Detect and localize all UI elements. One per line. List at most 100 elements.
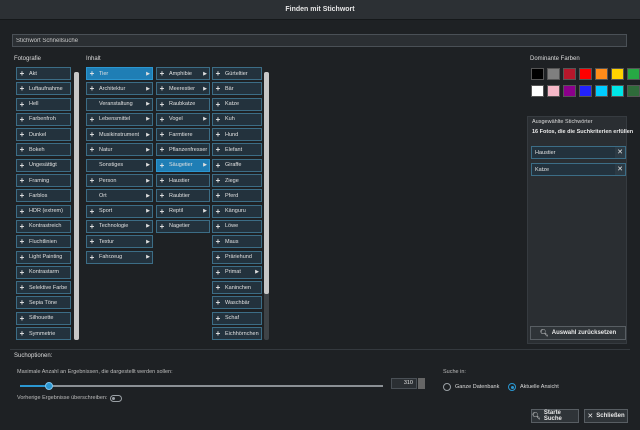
remove-keyword-icon[interactable]: ✕ bbox=[615, 147, 625, 158]
color-swatch[interactable] bbox=[595, 85, 608, 97]
expand-arrow-icon[interactable]: ▶ bbox=[144, 223, 152, 229]
expand-arrow-icon[interactable]: ▶ bbox=[144, 208, 152, 214]
expand-arrow-icon[interactable]: ▶ bbox=[144, 193, 152, 199]
start-search-button[interactable]: 🔍︎ Starte Suche bbox=[531, 409, 579, 423]
color-swatch[interactable] bbox=[531, 85, 544, 97]
plus-icon[interactable]: + bbox=[157, 84, 167, 93]
tier-item[interactable]: + Farmtiere bbox=[156, 128, 210, 142]
saeugetier-item[interactable]: + Bär bbox=[212, 82, 262, 96]
plus-icon[interactable]: + bbox=[213, 145, 223, 154]
expand-arrow-icon[interactable]: ▶ bbox=[144, 147, 152, 153]
plus-icon[interactable]: + bbox=[213, 69, 223, 78]
expand-arrow-icon[interactable]: ▶ bbox=[201, 162, 209, 168]
inhalt-item[interactable]: + Musikinstrument ▶ bbox=[86, 128, 153, 142]
fotografie-scrollbar[interactable] bbox=[74, 72, 79, 340]
plus-icon[interactable]: + bbox=[87, 115, 97, 124]
plus-icon[interactable]: + bbox=[157, 222, 167, 231]
fotografie-item[interactable]: + Light Painting bbox=[16, 250, 71, 264]
color-swatch[interactable] bbox=[611, 85, 624, 97]
saeugetier-item[interactable]: + Eichhörnchen bbox=[212, 327, 262, 341]
fotografie-item[interactable]: + Farbenfroh bbox=[16, 112, 71, 126]
tier-item[interactable]: + Vogel ▶ bbox=[156, 112, 210, 126]
plus-icon[interactable]: + bbox=[213, 283, 223, 292]
plus-icon[interactable]: + bbox=[17, 191, 27, 200]
plus-icon[interactable]: + bbox=[213, 314, 223, 323]
plus-icon[interactable]: + bbox=[157, 176, 167, 185]
keyword-search-input[interactable] bbox=[12, 34, 627, 47]
fotografie-item[interactable]: + Sepia Töne bbox=[16, 296, 71, 310]
tier-item[interactable]: + Säugetier ▶ bbox=[156, 158, 210, 172]
plus-icon[interactable]: + bbox=[213, 100, 223, 109]
expand-arrow-icon[interactable]: ▶ bbox=[144, 132, 152, 138]
reset-selection-button[interactable]: 🔍︎ Auswahl zurücksetzen bbox=[530, 326, 626, 340]
plus-icon[interactable]: + bbox=[17, 253, 27, 262]
plus-icon[interactable]: + bbox=[17, 69, 27, 78]
color-swatch[interactable] bbox=[547, 85, 560, 97]
inhalt-item[interactable]: + Fahrzeug ▶ bbox=[86, 250, 153, 264]
tier-item[interactable]: + Reptil ▶ bbox=[156, 204, 210, 218]
expand-arrow-icon[interactable]: ▶ bbox=[144, 254, 152, 260]
expand-arrow-icon[interactable]: ▶ bbox=[144, 71, 152, 77]
color-swatch[interactable] bbox=[627, 85, 640, 97]
saeugetier-item[interactable]: + Schaf bbox=[212, 311, 262, 325]
plus-icon[interactable]: + bbox=[87, 69, 97, 78]
saeugetier-item[interactable]: + Kuh bbox=[212, 112, 262, 126]
plus-icon[interactable]: + bbox=[87, 145, 97, 154]
plus-icon[interactable]: + bbox=[17, 237, 27, 246]
plus-icon[interactable]: + bbox=[157, 100, 167, 109]
fotografie-item[interactable]: + Framing bbox=[16, 174, 71, 188]
saeugetier-item[interactable]: + Känguru bbox=[212, 204, 262, 218]
saeugetier-item[interactable]: + Hund bbox=[212, 128, 262, 142]
fotografie-item[interactable]: + HDR (extrem) bbox=[16, 204, 71, 218]
inhalt-item[interactable]: + Lebensmittel ▶ bbox=[86, 112, 153, 126]
expand-arrow-icon[interactable]: ▶ bbox=[144, 239, 152, 245]
saeugetier-item[interactable]: + Elefant bbox=[212, 143, 262, 157]
fotografie-item[interactable]: + Luftaufnahme bbox=[16, 82, 71, 96]
plus-icon[interactable]: + bbox=[213, 161, 223, 170]
expand-arrow-icon[interactable]: ▶ bbox=[144, 178, 152, 184]
plus-icon[interactable]: + bbox=[87, 207, 97, 216]
plus-icon[interactable]: + bbox=[157, 207, 167, 216]
tier-item[interactable]: + Nagetier bbox=[156, 219, 210, 233]
plus-icon[interactable]: + bbox=[17, 161, 27, 170]
fotografie-item[interactable]: + Kontrastarm bbox=[16, 265, 71, 279]
plus-icon[interactable]: + bbox=[213, 222, 223, 231]
saeugetier-item[interactable]: + Pferd bbox=[212, 189, 262, 203]
expand-arrow-icon[interactable]: ▶ bbox=[144, 116, 152, 122]
plus-icon[interactable]: + bbox=[17, 145, 27, 154]
inhalt-item[interactable]: + Technologie ▶ bbox=[86, 219, 153, 233]
fotografie-item[interactable]: + Dunkel bbox=[16, 128, 71, 142]
plus-icon[interactable]: + bbox=[87, 176, 97, 185]
saeugetier-item[interactable]: + Kaninchen bbox=[212, 281, 262, 295]
plus-icon[interactable]: + bbox=[213, 268, 223, 277]
saeugetier-item[interactable]: + Waschbär bbox=[212, 296, 262, 310]
plus-icon[interactable]: + bbox=[17, 329, 27, 338]
remove-keyword-icon[interactable]: ✕ bbox=[615, 164, 625, 175]
plus-icon[interactable]: + bbox=[17, 298, 27, 307]
plus-icon[interactable]: + bbox=[17, 314, 27, 323]
saeugetier-item[interactable]: + Ziege bbox=[212, 174, 262, 188]
color-swatch[interactable] bbox=[579, 85, 592, 97]
inhalt-item[interactable]: + Person ▶ bbox=[86, 174, 153, 188]
fotografie-item[interactable]: + Farblos bbox=[16, 189, 71, 203]
fotografie-item[interactable]: + Fluchtlinien bbox=[16, 235, 71, 249]
plus-icon[interactable]: + bbox=[157, 69, 167, 78]
color-swatch[interactable] bbox=[627, 68, 640, 80]
color-swatch[interactable] bbox=[531, 68, 544, 80]
plus-icon[interactable]: + bbox=[17, 84, 27, 93]
inhalt-item[interactable]: + Architektur ▶ bbox=[86, 82, 153, 96]
inhalt-item[interactable]: Veranstaltung ▶ bbox=[86, 97, 153, 111]
color-swatch[interactable] bbox=[563, 68, 576, 80]
tier-item[interactable]: + Haustier bbox=[156, 174, 210, 188]
saeugetier-item[interactable]: + Katze bbox=[212, 97, 262, 111]
saeugetier-item[interactable]: + Giraffe bbox=[212, 158, 262, 172]
inhalt-item[interactable]: + Tier ▶ bbox=[86, 67, 153, 80]
color-swatch[interactable] bbox=[595, 68, 608, 80]
plus-icon[interactable]: + bbox=[157, 130, 167, 139]
max-results-value-field[interactable]: 310 bbox=[391, 378, 417, 389]
plus-icon[interactable]: + bbox=[213, 329, 223, 338]
fotografie-item[interactable]: + Hell bbox=[16, 97, 71, 111]
plus-icon[interactable]: + bbox=[213, 207, 223, 216]
expand-arrow-icon[interactable]: ▶ bbox=[253, 269, 261, 275]
plus-icon[interactable]: + bbox=[213, 84, 223, 93]
